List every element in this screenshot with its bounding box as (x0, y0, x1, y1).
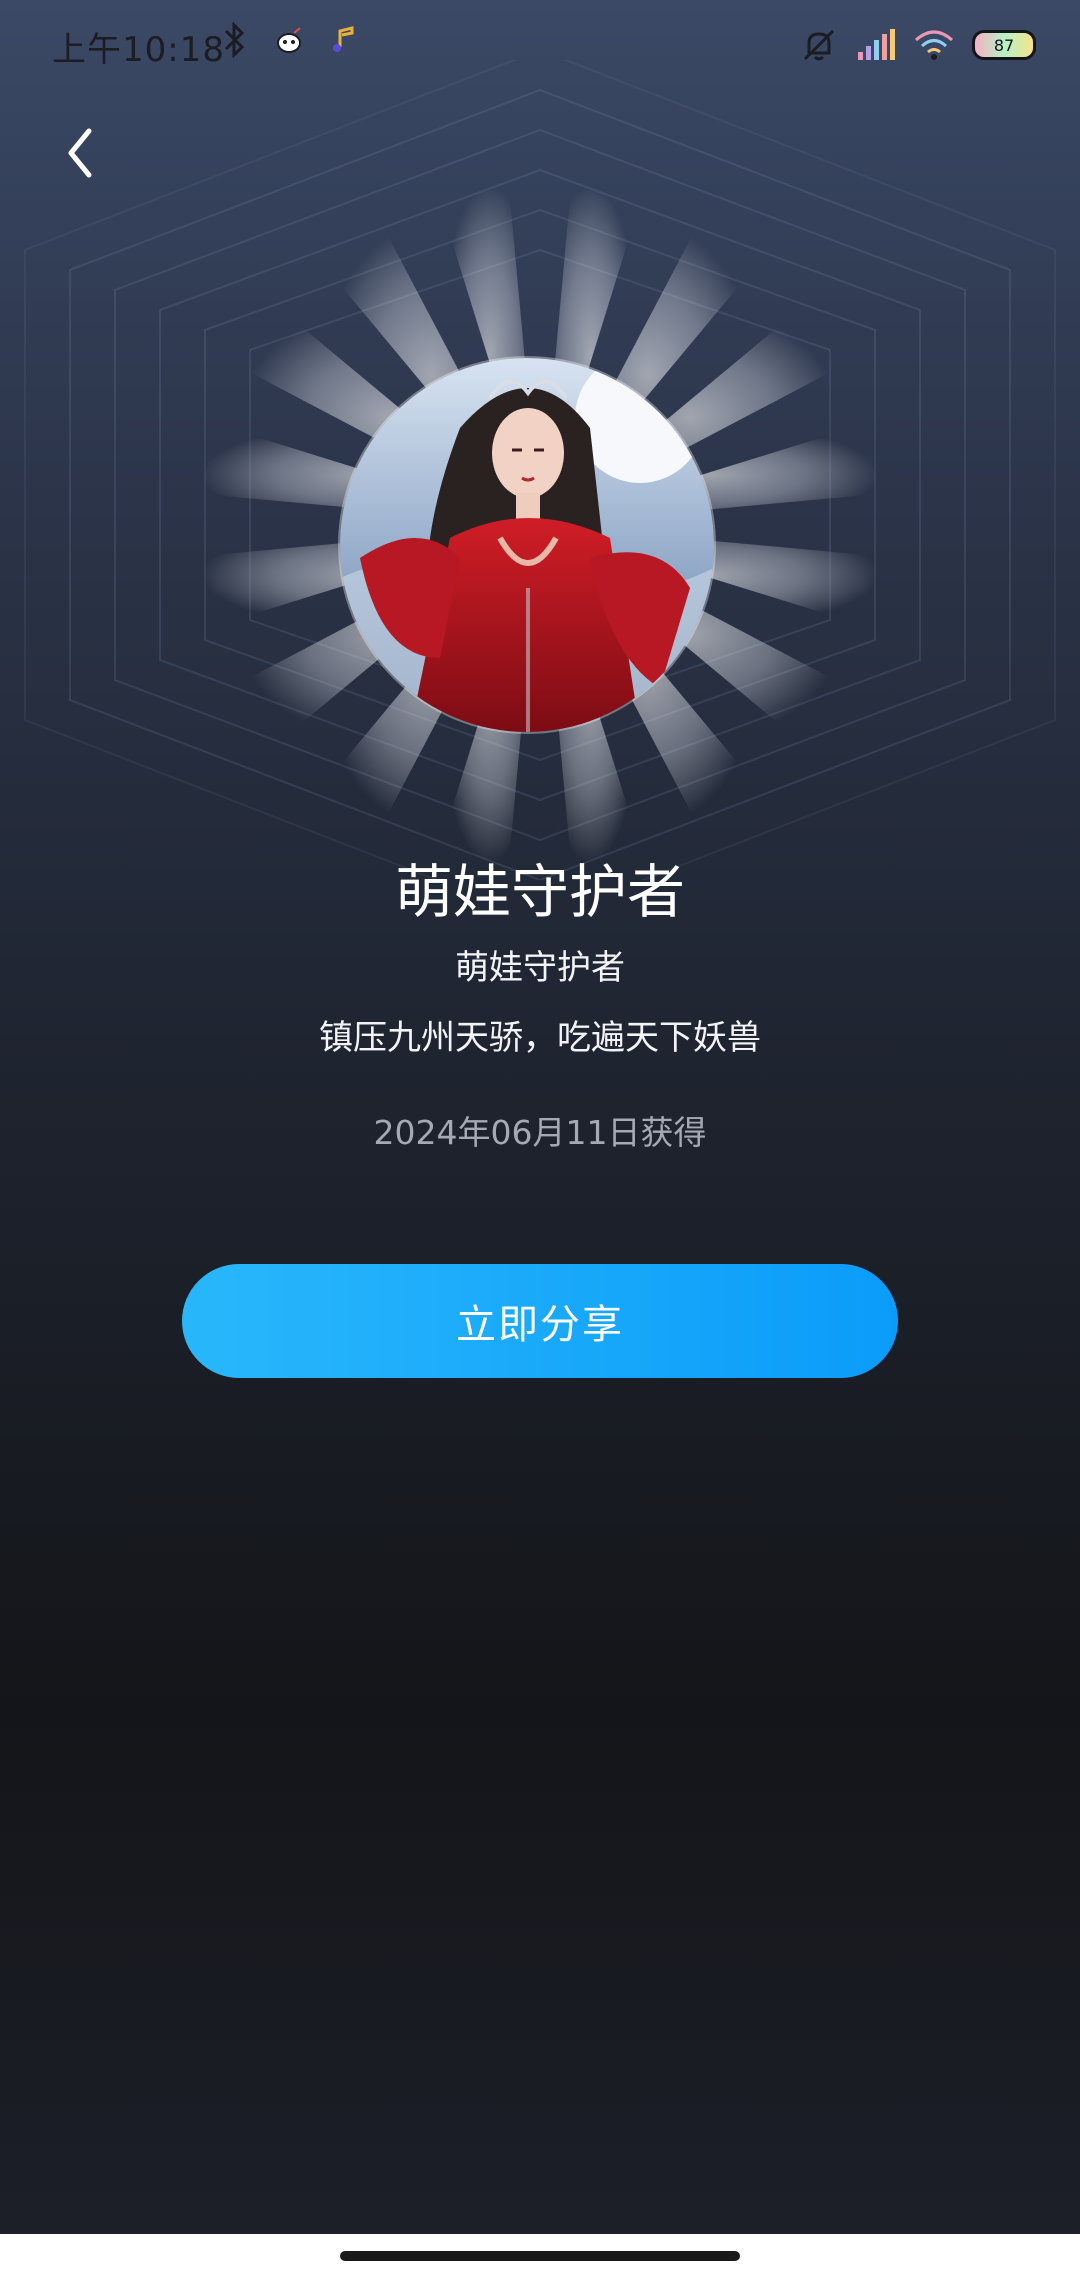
bluetooth-icon (224, 22, 245, 58)
chevron-left-icon (68, 128, 92, 178)
battery-level: 87 (993, 35, 1015, 55)
signal-icon (858, 29, 895, 60)
badge-avatar-image (340, 358, 714, 732)
back-button[interactable] (50, 118, 110, 188)
home-indicator[interactable] (340, 2251, 740, 2261)
badge-detail-screen: 上午10:18 87 萌娃守护者 萌娃守护者 镇压九州天骄，吃遍天下妖兽 202… (0, 0, 1080, 2280)
share-now-label: 立即分享 (456, 1302, 624, 1348)
status-right-icons: 87 (800, 26, 1036, 64)
music-notification-icon (333, 26, 354, 52)
badge-title: 萌娃守护者 (394, 858, 685, 926)
wifi-icon (915, 30, 953, 60)
badge-description: 镇压九州天骄，吃遍天下妖兽 (319, 1018, 761, 1058)
app-notification-icon (277, 27, 301, 53)
status-left-icons (222, 22, 356, 58)
status-bar: 上午10:18 87 (0, 0, 1080, 90)
badge-subtitle: 萌娃守护者 (455, 948, 625, 988)
mute-bell-icon (803, 29, 835, 61)
share-now-button[interactable]: 立即分享 (182, 1264, 898, 1378)
system-navigation-bar (0, 2234, 1080, 2280)
badge-earned-date: 2024年06月11日获得 (373, 1113, 707, 1152)
status-time: 上午10:18 (52, 30, 225, 70)
battery-icon: 87 (972, 30, 1036, 60)
